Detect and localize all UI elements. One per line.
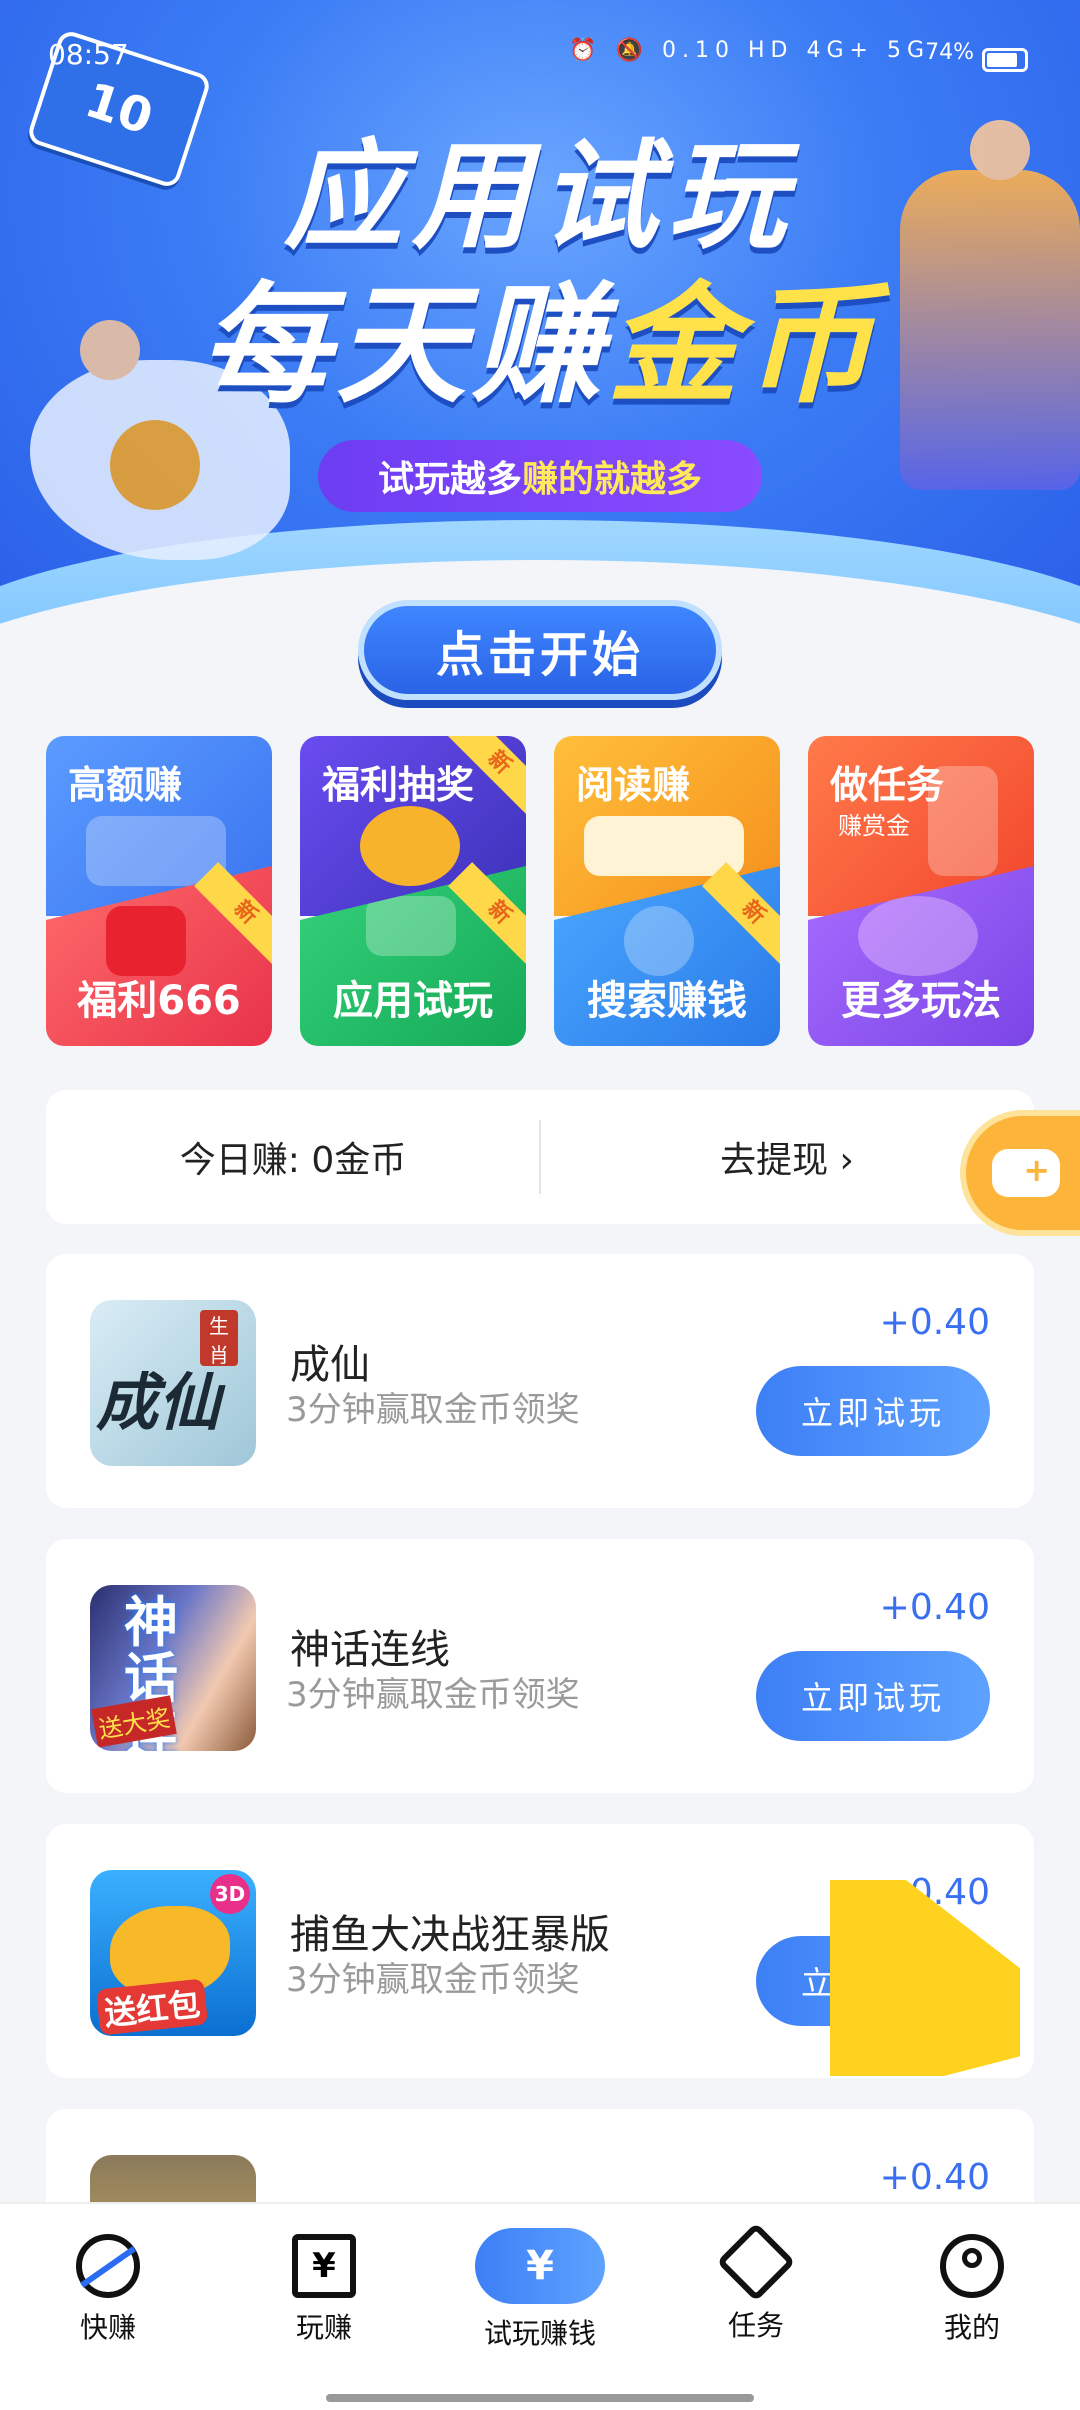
- app-desc: 3分钟赢取金币领奖: [286, 1960, 580, 2000]
- feature-top-label: 福利抽奖: [322, 763, 475, 807]
- app-desc: 3分钟赢取金币领奖: [286, 1675, 580, 1715]
- app-icon-shenhua: 神话连线 送大奖: [90, 1585, 256, 1751]
- try-now-button[interactable]: 立即试玩: [756, 1366, 990, 1456]
- battery-icon: [982, 48, 1028, 72]
- slogan-prefix: 试玩越多: [377, 459, 522, 500]
- status-time: 08:57: [48, 38, 129, 71]
- quick-earn-icon: [76, 2234, 140, 2298]
- floating-game-button[interactable]: [960, 1110, 1080, 1236]
- gamepad-plus-icon: [992, 1149, 1060, 1197]
- today-earnings: 今日赚: 0金币: [179, 1140, 407, 1181]
- app-icon-chengxian: 生肖 成仙: [90, 1300, 256, 1466]
- nav-item-try-earn[interactable]: 试玩赚钱: [432, 2228, 648, 2352]
- icon-badge: 3D: [210, 1874, 250, 1914]
- feature-top-label: 高额赚: [68, 763, 183, 807]
- feature-card-tasks[interactable]: 做任务 赚赏金 更多玩法: [808, 736, 1034, 1046]
- feature-card-lottery[interactable]: 福利抽奖 新 新 应用试玩: [300, 736, 526, 1046]
- red-packet-icon: [106, 906, 186, 976]
- status-icons: ⏰ 🔕 0.10 HD 4G+ 5G: [569, 38, 930, 63]
- hero-slogan: 试玩越多 赚的就越多: [318, 440, 762, 512]
- earnings-bar: 今日赚: 0金币 去提现 ›: [46, 1090, 1034, 1224]
- nav-item-quick-earn[interactable]: 快赚: [0, 2234, 216, 2346]
- feature-bottom-label: 应用试玩: [333, 978, 493, 1024]
- task-diamond-icon: [716, 2222, 796, 2302]
- hero-title-gold: 金币: [608, 268, 881, 421]
- feature-top-label: 做任务: [830, 763, 945, 807]
- yuan-cards-icon: [292, 2234, 356, 2298]
- app-item-chengxian[interactable]: 生肖 成仙 成仙 3分钟赢取金币领奖 +0.40 立即试玩: [46, 1254, 1034, 1508]
- feature-top-sublabel: 赚赏金: [838, 812, 910, 840]
- nav-label: 任务: [727, 2309, 784, 2342]
- withdraw-link[interactable]: 去提现 ›: [540, 1090, 1034, 1224]
- profile-icon: [940, 2234, 1004, 2298]
- magnifier-icon: [624, 906, 694, 976]
- slogan-highlight: 赚的就越多: [522, 459, 703, 500]
- feature-card-high-earn[interactable]: 高额赚 新 福利666: [46, 736, 272, 1046]
- nav-item-profile[interactable]: 我的: [864, 2234, 1080, 2346]
- app-reward: +0.40: [879, 2157, 990, 2198]
- start-button[interactable]: 点击开始: [358, 600, 722, 700]
- feature-bottom-label: 搜索赚钱: [587, 978, 747, 1024]
- nav-label: 试玩赚钱: [483, 2317, 596, 2350]
- nav-label: 我的: [943, 2311, 1000, 2344]
- gamepad-icon: [366, 896, 456, 956]
- try-now-button[interactable]: 立即试玩: [756, 1651, 990, 1741]
- nav-item-play-earn[interactable]: 玩赚: [216, 2234, 432, 2346]
- emoji-faces-icon: [858, 896, 978, 976]
- feature-card-read[interactable]: 阅读赚 新 搜索赚钱: [554, 736, 780, 1046]
- feature-bottom-label: 更多玩法: [841, 978, 1001, 1024]
- app-reward: +0.40: [879, 1587, 990, 1628]
- hero-banner: 10 应用试玩 每天赚金币 试玩越多 赚的就越多: [0, 0, 1080, 640]
- app-icon-buyu: 3D 送红包: [90, 1870, 256, 2036]
- app-item-shenhua[interactable]: 神话连线 送大奖 神话连线 3分钟赢取金币领奖 +0.40 立即试玩: [46, 1539, 1034, 1793]
- app-reward: +0.40: [879, 1302, 990, 1343]
- battery-percent: 74%: [925, 40, 974, 65]
- icon-text: 成仙: [96, 1366, 221, 1439]
- coin-stack-icon: [360, 806, 460, 886]
- home-indicator[interactable]: [326, 2394, 754, 2402]
- nav-label: 快赚: [79, 2311, 136, 2344]
- hero-title-line2: 每天赚金币: [0, 240, 1080, 428]
- icon-text: 送红包: [95, 1978, 209, 2036]
- nav-label: 玩赚: [295, 2311, 352, 2344]
- nav-item-tasks[interactable]: 任务: [648, 2222, 864, 2344]
- bottom-nav: 快赚 玩赚 试玩赚钱 任务 我的: [0, 2202, 1080, 2410]
- money-bag-icon: [475, 2228, 605, 2304]
- feature-bottom-label: 福利666: [77, 978, 241, 1024]
- app-desc: 3分钟赢取金币领奖: [286, 1390, 580, 1430]
- feature-top-label: 阅读赚: [576, 763, 691, 807]
- hero-title-white: 每天赚: [199, 268, 608, 421]
